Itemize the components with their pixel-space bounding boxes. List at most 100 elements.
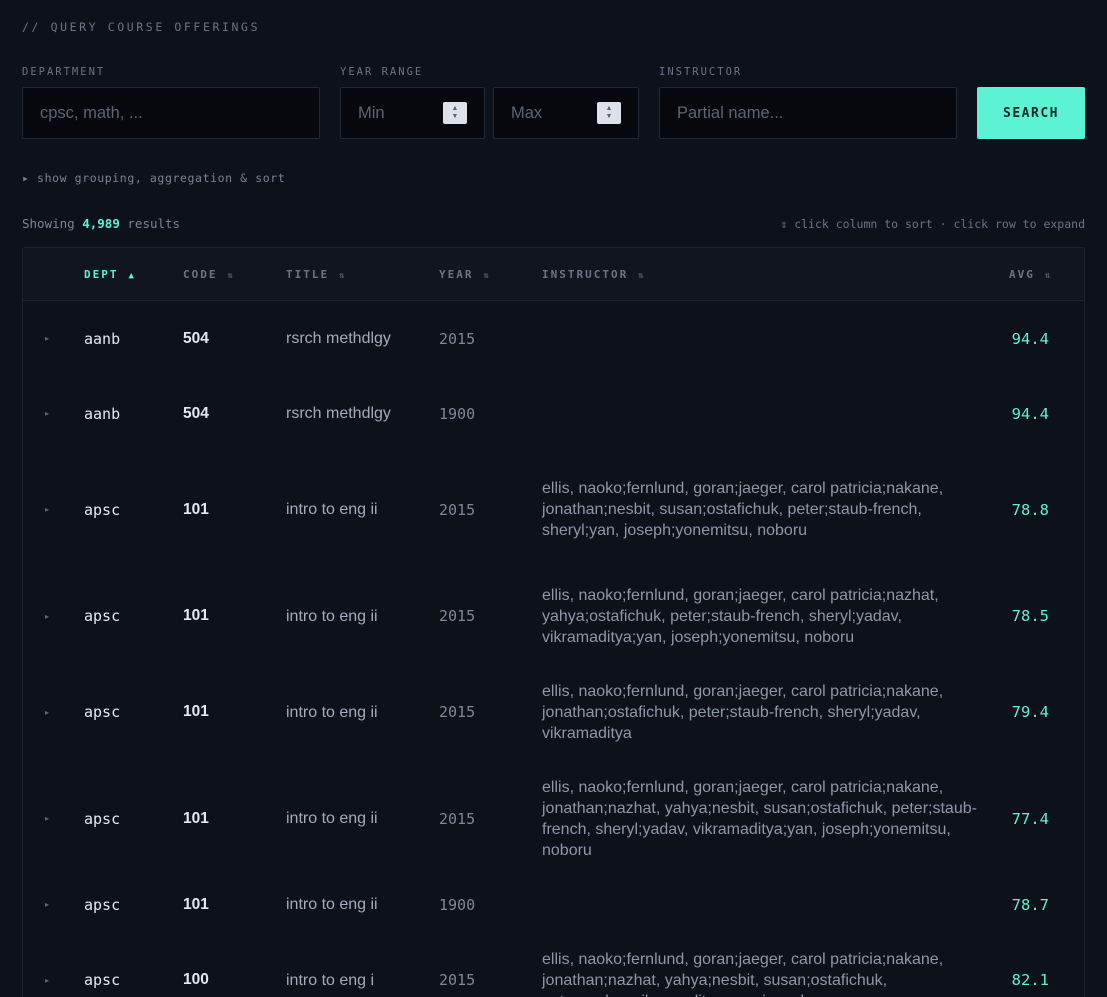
expand-arrow-icon[interactable]: ▸ [45,376,49,451]
cell-avg: 77.4 [1011,809,1049,828]
table-header: DEPT ▲ CODE ⇅ TITLE ⇅ YEAR ⇅ INSTRUCTOR ⇅ AVG… [23,248,1084,301]
expand-arrow-icon[interactable]: ▸ [45,932,49,997]
cell-code: 504 [183,404,209,422]
results-table: DEPT ▲ CODE ⇅ TITLE ⇅ YEAR ⇅ INSTRUCTOR ⇅ AVG… [22,247,1085,997]
column-header-dept[interactable]: DEPT ▲ [84,268,134,281]
column-label: CODE [183,268,218,281]
cell-instructor: ellis, naoko;fernlund, goran;jaeger, car… [542,480,944,539]
cell-code: 101 [183,703,209,720]
cell-year: 2015 [439,329,476,348]
instructor-label: INSTRUCTOR [659,66,743,78]
stepper-down-icon[interactable]: ▼ [452,113,459,121]
sort-asc-icon: ▲ [128,271,134,281]
column-header-instructor[interactable]: INSTRUCTOR ⇅ [542,268,644,281]
expand-arrow-icon[interactable]: ▸ [45,451,49,568]
instructor-placeholder: Partial name... [677,103,784,122]
cell-avg: 94.4 [1011,329,1049,348]
cell-code: 101 [183,607,209,624]
stepper-up-icon[interactable]: ▲ [606,105,613,113]
results-count: 4,989 [82,216,120,231]
section-title: // QUERY COURSE OFFERINGS [22,20,261,34]
column-label: YEAR [439,268,474,281]
results-prefix: Showing [22,216,75,231]
cell-title: intro to eng i [286,971,375,989]
cell-instructor: ellis, naoko;fernlund, goran;jaeger, car… [542,778,977,859]
cell-year: 2015 [439,500,476,519]
year-range-label: YEAR RANGE [340,66,424,78]
column-label: AVG [1009,268,1035,281]
sort-icon: ⇅ [483,271,489,281]
cell-avg: 82.1 [1011,971,1049,989]
table-row[interactable]: ▸ aanb 504 rsrch methdlgy 2015 94.4 [23,301,1084,376]
sort-icon: ⇅ [638,271,644,281]
cell-title: rsrch methdlgy [286,330,391,347]
cell-dept: apsc [84,895,121,914]
column-header-year[interactable]: YEAR ⇅ [439,268,489,281]
cell-code: 101 [183,895,209,913]
year-max-placeholder: Max [511,103,543,122]
stepper-down-icon[interactable]: ▼ [606,113,613,121]
cell-title: intro to eng ii [286,896,378,913]
year-max-stepper[interactable]: ▲ ▼ [597,102,621,124]
cell-title: intro to eng ii [286,501,378,518]
cell-instructor [542,376,978,451]
cell-dept: aanb [84,404,121,423]
column-header-code[interactable]: CODE ⇅ [183,268,233,281]
table-hint: ⇕ click column to sort · click row to ex… [780,217,1085,231]
cell-instructor [542,301,978,376]
cell-title: rsrch methdlgy [286,405,391,422]
sort-icon: ⇅ [227,271,233,281]
cell-year: 2015 [439,607,476,625]
year-max-input[interactable]: Max ▲ ▼ [493,87,639,139]
expand-arrow-icon[interactable]: ▸ [45,568,49,664]
year-min-input[interactable]: Min ▲ ▼ [340,87,485,139]
stepper-up-icon[interactable]: ▲ [452,105,459,113]
instructor-input[interactable]: Partial name... [659,87,957,139]
cell-instructor: ellis, naoko;fernlund, goran;jaeger, car… [542,586,939,646]
department-placeholder: cpsc, math, ... [40,103,143,122]
cell-code: 101 [183,500,209,518]
cell-year: 2015 [439,703,476,721]
grouping-options-toggle[interactable]: ▸ show grouping, aggregation & sort [22,171,285,185]
expand-arrow-icon[interactable]: ▸ [45,664,49,760]
column-header-title[interactable]: TITLE ⇅ [286,268,345,281]
search-button[interactable]: SEARCH [977,87,1085,139]
cell-year: 2015 [439,809,476,828]
column-header-avg[interactable]: AVG ⇅ [1009,268,1050,281]
sort-icon: ⇅ [1044,271,1051,281]
cell-year: 1900 [439,404,476,423]
year-min-stepper[interactable]: ▲ ▼ [443,102,467,124]
expand-arrow-icon[interactable]: ▸ [45,301,49,376]
cell-instructor [542,877,978,932]
column-label: DEPT [84,268,119,281]
cell-dept: apsc [84,500,121,519]
cell-code: 504 [183,329,209,347]
cell-code: 100 [183,971,209,988]
table-row[interactable]: ▸ apsc 101 intro to eng ii 1900 78.7 [23,877,1084,932]
expand-arrow-icon[interactable]: ▸ [45,760,49,877]
table-row[interactable]: ▸ apsc 101 intro to eng ii 2015 ellis, n… [23,568,1084,664]
department-input[interactable]: cpsc, math, ... [22,87,320,139]
department-label: DEPARTMENT [22,66,106,78]
cell-dept: apsc [84,607,121,625]
cell-avg: 78.8 [1011,500,1049,519]
table-row[interactable]: ▸ apsc 101 intro to eng ii 2015 ellis, n… [23,451,1084,568]
cell-year: 1900 [439,895,476,914]
cell-title: intro to eng ii [286,607,378,625]
cell-title: intro to eng ii [286,810,378,827]
sort-icon: ⇅ [339,271,345,281]
table-row[interactable]: ▸ apsc 101 intro to eng ii 2015 ellis, n… [23,760,1084,877]
cell-avg: 94.4 [1011,404,1049,423]
table-row[interactable]: ▸ apsc 101 intro to eng ii 2015 ellis, n… [23,664,1084,760]
table-row[interactable]: ▸ aanb 504 rsrch methdlgy 1900 94.4 [23,376,1084,451]
cell-dept: apsc [84,703,121,721]
cell-avg: 79.4 [1011,703,1049,721]
cell-avg: 78.5 [1011,607,1049,625]
cell-dept: apsc [84,971,121,989]
table-row[interactable]: ▸ apsc 100 intro to eng i 2015 ellis, na… [23,932,1084,997]
expand-arrow-icon[interactable]: ▸ [45,877,49,932]
cell-dept: apsc [84,809,121,828]
cell-dept: aanb [84,329,121,348]
column-label: INSTRUCTOR [542,268,629,281]
cell-instructor: ellis, naoko;fernlund, goran;jaeger, car… [542,682,944,742]
